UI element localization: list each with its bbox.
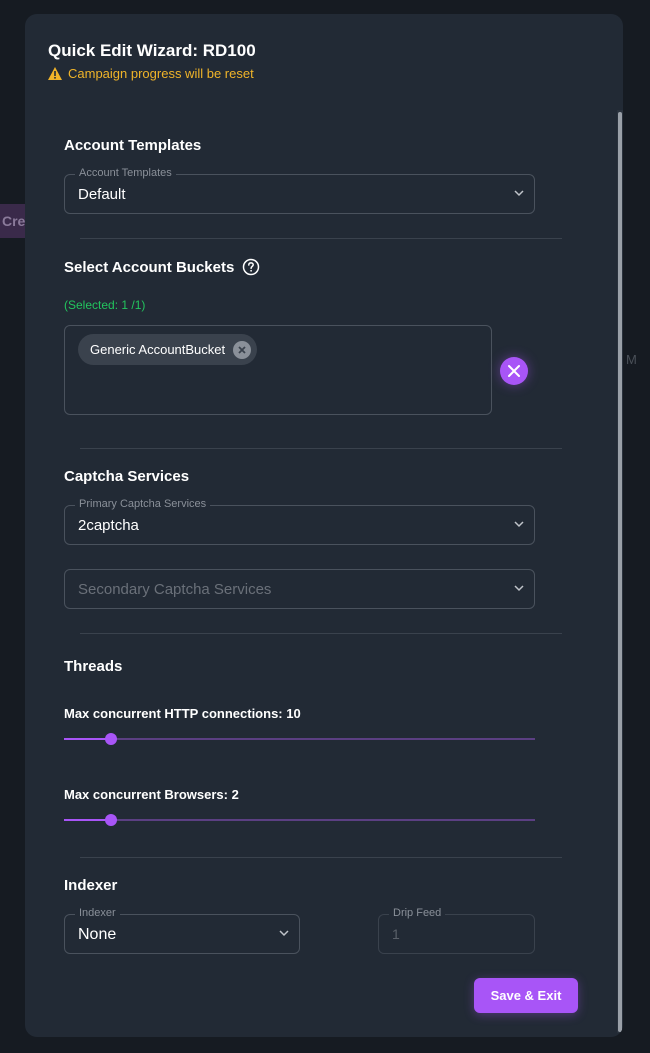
slider-thumb[interactable] [105,814,118,826]
slider-fill [64,819,112,821]
section-title-text: Account Templates [64,137,202,154]
primary-captcha-label: Primary Captcha Services [75,498,211,510]
warning-message: Campaign progress will be reset [48,66,254,81]
section-title-text: Indexer [64,877,118,894]
account-templates-label: Account Templates [75,167,176,179]
quick-edit-dialog: Quick Edit Wizard: RD100 Campaign progre… [25,14,623,1037]
account-templates-select[interactable]: Account Templates Default [64,167,535,214]
slider-thumb[interactable] [105,733,118,745]
chevron-down-icon [514,585,524,592]
section-title-captcha: Captcha Services [64,468,189,485]
dialog-title: Quick Edit Wizard: RD100 [48,41,256,60]
divider [80,448,562,449]
browsers-slider[interactable] [64,814,535,826]
drip-feed-input[interactable]: Drip Feed 1 [378,907,535,954]
section-title-text: Threads [64,658,123,675]
clear-buckets-button[interactable] [500,357,528,385]
divider [80,633,562,634]
bucket-chip-label: Generic AccountBucket [90,342,226,357]
section-title-account-templates: Account Templates [64,137,201,154]
warning-icon [48,67,62,80]
drip-feed-value: 1 [392,926,400,942]
slider-fill [64,738,112,740]
account-buckets-multiselect[interactable]: Generic AccountBucket [64,325,492,415]
browsers-label: Max concurrent Browsers: 2 [64,787,239,802]
section-title-threads: Threads [64,658,122,675]
bucket-chip: Generic AccountBucket [78,334,258,365]
section-title-text: Select Account Buckets [64,258,235,276]
indexer-label: Indexer [75,907,120,919]
section-title-indexer: Indexer [64,877,117,894]
selected-count: (Selected: 1 /1) [64,298,146,312]
close-icon [508,365,520,377]
background-side-text: M [626,352,637,367]
primary-captcha-value: 2captcha [78,517,139,534]
drip-feed-label: Drip Feed [389,907,446,919]
background-tab: Cre [0,204,28,238]
chip-remove-icon[interactable] [233,340,252,359]
secondary-captcha-select[interactable]: Secondary Captcha Services [64,569,535,609]
http-connections-label: Max concurrent HTTP connections: 10 [64,706,301,721]
chevron-down-icon [279,930,289,937]
help-icon[interactable] [242,258,260,276]
warning-text: Campaign progress will be reset [68,66,254,81]
indexer-select[interactable]: Indexer None [64,907,300,954]
scrollbar-thumb[interactable] [618,112,622,1032]
chevron-down-icon [514,521,524,528]
divider [80,238,562,239]
save-exit-button[interactable]: Save & Exit [474,978,578,1013]
secondary-captcha-placeholder: Secondary Captcha Services [78,581,272,598]
http-connections-slider[interactable] [64,733,535,745]
chevron-down-icon [514,190,524,197]
section-title-text: Captcha Services [64,468,190,485]
primary-captcha-select[interactable]: Primary Captcha Services 2captcha [64,498,535,545]
indexer-value: None [78,926,117,943]
account-templates-value: Default [78,186,126,203]
divider [80,857,562,858]
section-title-account-buckets: Select Account Buckets [64,258,260,276]
